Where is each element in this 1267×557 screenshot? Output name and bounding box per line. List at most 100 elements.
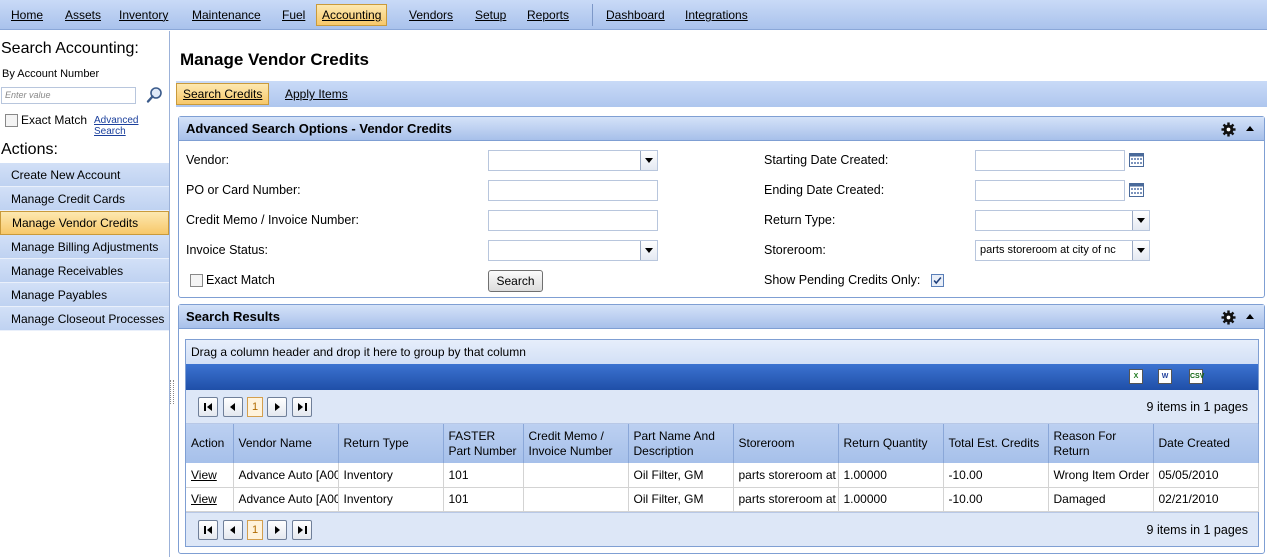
nav-assets[interactable]: Assets xyxy=(60,4,106,26)
column-header-part-name[interactable]: Part Name And Description xyxy=(628,424,734,463)
exact-match-checkbox[interactable] xyxy=(190,274,203,287)
tab-search-credits[interactable]: Search Credits xyxy=(176,83,270,105)
column-header-reason-for-return[interactable]: Reason For Return xyxy=(1048,424,1154,463)
nav-accounting[interactable]: Accounting xyxy=(316,4,388,26)
end-date-label: Ending Date Created: xyxy=(764,183,885,197)
column-header-return-type[interactable]: Return Type xyxy=(338,424,444,463)
table-cell: Oil Filter, GM xyxy=(628,487,734,512)
advanced-search-panel: Advanced Search Options - Vendor Credits… xyxy=(178,116,1265,298)
exact-match-label: Exact Match xyxy=(206,273,275,287)
table-header-row: Action Vendor Name Return Type FASTER Pa… xyxy=(186,424,1259,463)
next-page-icon[interactable] xyxy=(267,519,287,540)
menu-manage-closeout-processes[interactable]: Manage Closeout Processes xyxy=(0,307,169,331)
credit-memo-label: Credit Memo / Invoice Number: xyxy=(186,213,359,227)
search-button[interactable]: Search xyxy=(488,270,543,292)
credit-memo-input[interactable] xyxy=(488,210,658,231)
start-date-input[interactable] xyxy=(975,150,1125,171)
column-header-return-quantity[interactable]: Return Quantity xyxy=(838,424,944,463)
invoice-status-select[interactable] xyxy=(488,240,658,261)
collapse-icon[interactable] xyxy=(1246,126,1254,131)
table-cell: 101 xyxy=(443,487,524,512)
vendor-select[interactable] xyxy=(488,150,658,171)
word-export-icon[interactable]: W xyxy=(1158,369,1172,384)
chevron-down-icon[interactable] xyxy=(640,241,657,260)
return-type-label: Return Type: xyxy=(764,213,836,227)
po-card-input[interactable] xyxy=(488,180,658,201)
first-page-icon[interactable] xyxy=(198,397,218,417)
last-page-icon[interactable] xyxy=(292,519,312,540)
table-cell: Inventory xyxy=(338,487,444,512)
table-cell: parts storeroom at xyxy=(733,487,839,512)
tab-apply-items[interactable]: Apply Items xyxy=(279,83,354,105)
column-header-storeroom[interactable]: Storeroom xyxy=(733,424,839,463)
gear-icon[interactable] xyxy=(1221,310,1236,325)
column-header-total-est-credits[interactable]: Total Est. Credits xyxy=(943,424,1049,463)
po-card-label: PO or Card Number: xyxy=(186,183,301,197)
nav-setup[interactable]: Setup xyxy=(470,4,511,26)
return-type-select[interactable] xyxy=(975,210,1150,231)
nav-dashboard[interactable]: Dashboard xyxy=(601,4,670,26)
current-page[interactable]: 1 xyxy=(247,519,263,540)
collapse-icon[interactable] xyxy=(1246,314,1254,319)
chevron-down-icon[interactable] xyxy=(1132,211,1149,230)
nav-vendors[interactable]: Vendors xyxy=(404,4,458,26)
menu-create-new-account[interactable]: Create New Account xyxy=(0,163,169,187)
calendar-icon[interactable] xyxy=(1129,153,1144,167)
nav-reports[interactable]: Reports xyxy=(522,4,574,26)
chevron-down-icon[interactable] xyxy=(1132,241,1149,260)
menu-manage-credit-cards[interactable]: Manage Credit Cards xyxy=(0,187,169,211)
storeroom-label: Storeroom: xyxy=(764,243,826,257)
column-header-faster-part-number[interactable]: FASTER Part Number xyxy=(443,424,524,463)
next-page-icon[interactable] xyxy=(267,397,287,417)
table-cell: Damaged xyxy=(1048,487,1154,512)
chevron-down-icon[interactable] xyxy=(640,151,657,170)
menu-manage-vendor-credits[interactable]: Manage Vendor Credits xyxy=(0,211,169,235)
column-header-credit-memo[interactable]: Credit Memo / Invoice Number xyxy=(523,424,629,463)
column-header-vendor-name[interactable]: Vendor Name xyxy=(233,424,339,463)
menu-manage-payables[interactable]: Manage Payables xyxy=(0,283,169,307)
prev-page-icon[interactable] xyxy=(223,519,243,540)
first-page-icon[interactable] xyxy=(198,519,218,540)
column-header-action[interactable]: Action xyxy=(186,424,234,463)
panel-splitter-handle[interactable] xyxy=(170,380,174,404)
exact-match-label: Exact Match xyxy=(21,113,88,127)
calendar-icon[interactable] xyxy=(1129,183,1144,197)
current-page[interactable]: 1 xyxy=(247,397,263,417)
end-date-input[interactable] xyxy=(975,180,1125,201)
menu-manage-billing-adjustments[interactable]: Manage Billing Adjustments xyxy=(0,235,169,259)
menu-manage-receivables[interactable]: Manage Receivables xyxy=(0,259,169,283)
excel-export-icon[interactable]: X xyxy=(1129,369,1143,384)
pending-credits-label: Show Pending Credits Only: xyxy=(764,273,921,287)
invoice-status-label: Invoice Status: xyxy=(186,243,268,257)
nav-separator xyxy=(592,4,593,26)
results-table: Action Vendor Name Return Type FASTER Pa… xyxy=(186,424,1259,512)
group-by-hint[interactable]: Drag a column header and drop it here to… xyxy=(186,340,1258,364)
pager-top: 1 9 items in 1 pages xyxy=(186,390,1258,424)
nav-inventory[interactable]: Inventory xyxy=(114,4,173,26)
table-cell: Advance Auto [A00 xyxy=(233,463,339,488)
nav-fuel[interactable]: Fuel xyxy=(277,4,310,26)
nav-home[interactable]: Home xyxy=(6,4,48,26)
actions-title: Actions: xyxy=(1,141,58,158)
csv-export-icon[interactable]: CSV xyxy=(1189,369,1204,384)
last-page-icon[interactable] xyxy=(292,397,312,417)
gear-icon[interactable] xyxy=(1221,122,1236,137)
storeroom-select[interactable]: parts storeroom at city of nc xyxy=(975,240,1150,261)
tab-bar: Search Credits Apply Items xyxy=(176,81,1267,107)
column-header-date-created[interactable]: Date Created xyxy=(1153,424,1259,463)
pending-credits-checkbox[interactable] xyxy=(931,274,944,287)
advanced-search-link[interactable]: Advanced Search xyxy=(94,115,169,137)
view-link[interactable]: View xyxy=(191,468,217,482)
nav-maintenance[interactable]: Maintenance xyxy=(187,4,266,26)
view-link[interactable]: View xyxy=(191,492,217,506)
account-search-input[interactable]: Enter value xyxy=(1,87,136,104)
page-title: Manage Vendor Credits xyxy=(180,50,369,69)
table-cell: Inventory xyxy=(338,463,444,488)
search-icon[interactable] xyxy=(146,86,164,104)
prev-page-icon[interactable] xyxy=(223,397,243,417)
search-results-panel: Search Results Drag a column header and … xyxy=(178,304,1265,554)
search-accounting-title: Search Accounting: xyxy=(1,40,139,57)
exact-match-checkbox[interactable] xyxy=(5,114,18,127)
nav-integrations[interactable]: Integrations xyxy=(680,4,753,26)
results-grid: Drag a column header and drop it here to… xyxy=(185,339,1259,547)
